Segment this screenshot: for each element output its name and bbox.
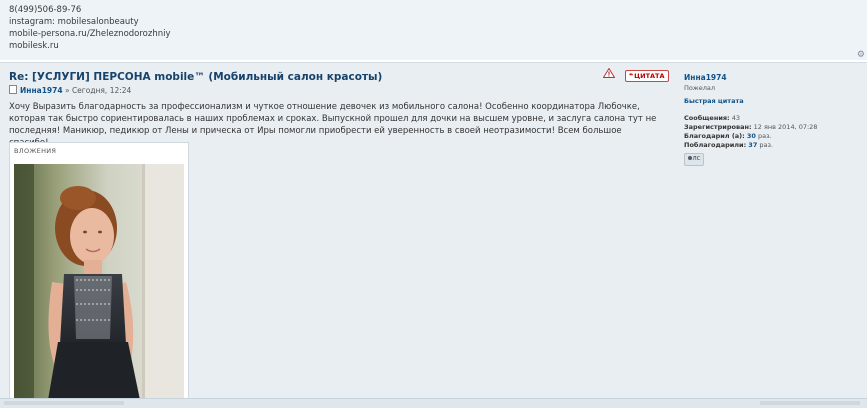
thanked-label: Благодарил (а): (684, 132, 745, 140)
profile-rank: Пожелал (684, 84, 716, 92)
profile-registered: Зарегистрирован: 12 янв 2014, 07:28 (684, 123, 817, 131)
user-icon (687, 156, 692, 160)
signature-link[interactable]: mobile-persona.ru/Zheleznodorozhniy (9, 29, 171, 39)
thanked-value[interactable]: 30 (747, 132, 756, 140)
messages-label: Сообщения: (684, 114, 730, 122)
registered-value: 12 янв 2014, 07:28 (753, 123, 818, 131)
profile-got-thanks: Поблагодарили: 37 раз. (684, 141, 773, 149)
signature-cut-line (9, 0, 12, 4)
attachment-photo[interactable] (14, 164, 184, 400)
registered-label: Зарегистрирован: (684, 123, 752, 131)
profile-messages: Сообщения: 43 (684, 114, 740, 122)
got-thanks-label: Поблагодарили: (684, 141, 747, 149)
profile-thanked: Благодарил (а): 30 раз. (684, 132, 772, 140)
got-thanks-unit: раз. (759, 141, 774, 149)
quick-quote-link[interactable]: Быстрая цитата (684, 97, 744, 105)
report-icon[interactable] (603, 68, 615, 78)
post-title[interactable]: Re: [УСЛУГИ] ПЕРСОНА mobile™ (Мобильный … (9, 71, 382, 83)
signature-instagram: instagram: mobilesalonbeauty (9, 17, 139, 27)
thanked-unit: раз. (757, 132, 772, 140)
pm-button[interactable]: ЛС (684, 153, 704, 166)
post-author-link[interactable]: Инна1974 (20, 86, 63, 95)
messages-value: 43 (731, 114, 741, 122)
got-thanks-value[interactable]: 37 (748, 141, 757, 149)
quote-button[interactable]: ЦИТАТА (625, 70, 669, 82)
forum-post: Re: [УСЛУГИ] ПЕРСОНА mobile™ (Мобильный … (0, 62, 867, 401)
attachments-box: ВЛОЖЕНИЯ (9, 142, 189, 401)
post-date: » Сегодня, 12:24 (64, 86, 132, 95)
gear-icon[interactable]: ⚙ (857, 50, 865, 60)
attachments-label: ВЛОЖЕНИЯ (14, 147, 57, 155)
signature-site[interactable]: mobilesk.ru (9, 41, 59, 51)
post-doc-icon (9, 85, 17, 94)
signature-phone: 8(499)506-89-76 (9, 5, 82, 15)
pm-label: ЛС (692, 156, 701, 162)
scrollbar-thumb[interactable] (4, 401, 124, 405)
scrollbar-track-segment (760, 401, 860, 405)
signature-area: 8(499)506-89-76 instagram: mobilesalonbe… (0, 0, 867, 60)
post-meta: Инна1974 » Сегодня, 12:24 (9, 85, 131, 95)
profile-name[interactable]: Инна1974 (684, 73, 727, 82)
